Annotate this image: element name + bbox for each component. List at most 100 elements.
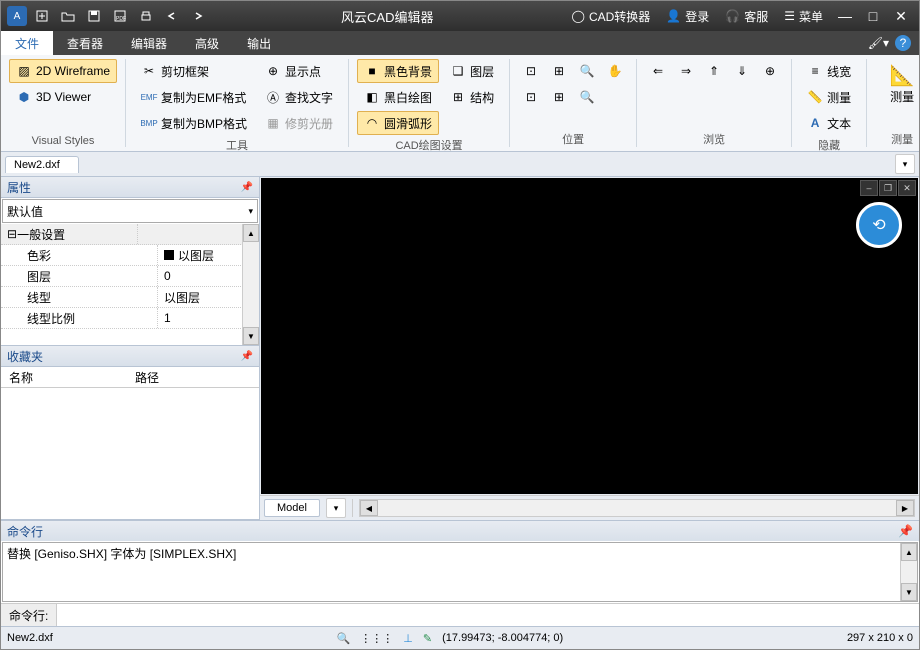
text-button[interactable]: A文本: [800, 111, 858, 135]
menu-editor[interactable]: 编辑器: [117, 31, 181, 55]
structure-icon: ⊞: [450, 89, 466, 105]
ribbon: ▨2D Wireframe ⬢3D Viewer Visual Styles ✂…: [1, 55, 919, 152]
model-tab[interactable]: Model: [264, 499, 320, 517]
canvas-hscrollbar[interactable]: ◀▶: [359, 499, 915, 517]
props-pin-icon[interactable]: 📌: [241, 182, 253, 193]
status-dims: 297 x 210 x 0: [847, 632, 913, 644]
menu-file[interactable]: 文件: [1, 31, 53, 55]
login-button[interactable]: 👤登录: [660, 8, 715, 25]
nav-up-button[interactable]: ⇑: [701, 59, 727, 83]
file-tab-dropdown[interactable]: ▾: [895, 154, 915, 174]
save-button[interactable]: [83, 5, 105, 27]
arc-icon: ◠: [364, 115, 380, 131]
text-icon: A: [807, 115, 823, 131]
maximize-button[interactable]: □: [861, 5, 885, 27]
zoom-out-button[interactable]: 🔍: [574, 85, 600, 109]
layer-icon: ❑: [450, 63, 466, 79]
zoom-window-button[interactable]: ⊡: [518, 59, 544, 83]
status-grid-button[interactable]: ⋮⋮⋮: [360, 632, 393, 645]
show-point-button[interactable]: ⊕显示点: [258, 59, 340, 83]
status-snap-button[interactable]: 🔍: [337, 632, 351, 645]
ruler-icon: 📏: [807, 89, 823, 105]
measure-big-button[interactable]: 📐测量: [875, 59, 920, 113]
nav-center-button[interactable]: ⊕: [757, 59, 783, 83]
trim-album-button[interactable]: ▦修剪光册: [258, 111, 340, 135]
bw-draw-button[interactable]: ◧黑白绘图: [357, 85, 439, 109]
pan-button[interactable]: ✋: [602, 59, 628, 83]
fav-pin-icon[interactable]: 📌: [241, 351, 253, 362]
svg-text:PDF: PDF: [116, 16, 126, 22]
smooth-arc-button[interactable]: ◠圆滑弧形: [357, 111, 439, 135]
redo-button[interactable]: [187, 5, 209, 27]
group-browse: 浏览: [645, 131, 783, 147]
zoom-extent-button[interactable]: ⊞: [546, 59, 572, 83]
chevron-down-icon: ▾: [248, 206, 253, 217]
props-header: 属性📌: [1, 177, 259, 198]
measure-button[interactable]: 📏测量: [800, 85, 858, 109]
status-polar-button[interactable]: ✎: [423, 632, 432, 645]
status-file: New2.dxf: [7, 632, 53, 644]
fav-list: [1, 388, 259, 519]
black-bg-button[interactable]: ■黑色背景: [357, 59, 439, 83]
cube-icon: ▨: [16, 63, 32, 79]
props-group-general[interactable]: ⊟ 一般设置: [1, 224, 138, 244]
nav-right-button[interactable]: ⇒: [673, 59, 699, 83]
fav-header: 收藏夹📌: [1, 346, 259, 367]
zoom-window-icon: ⊡: [523, 63, 539, 79]
file-tab[interactable]: New2.dxf: [5, 156, 79, 173]
copy-bmp-button[interactable]: BMP复制为BMP格式: [134, 111, 254, 135]
zoom-extent-icon: ⊞: [551, 63, 567, 79]
props-default-combo[interactable]: 默认值▾: [2, 199, 258, 223]
props-scrollbar[interactable]: ▲▼: [242, 224, 259, 345]
nav-down-button[interactable]: ⇓: [729, 59, 755, 83]
fav-col-path[interactable]: 路径: [127, 369, 167, 386]
cmd-scrollbar[interactable]: ▲▼: [900, 543, 917, 601]
print-button[interactable]: [135, 5, 157, 27]
file-tab-strip: New2.dxf ▾: [1, 152, 919, 177]
menu-output[interactable]: 输出: [233, 31, 285, 55]
layer-button[interactable]: ❑图层: [443, 59, 501, 83]
user-icon: 👤: [666, 9, 681, 23]
support-button[interactable]: 🎧客服: [719, 8, 774, 25]
cmd-pin-icon[interactable]: 📌: [898, 524, 913, 538]
zoom-select-button[interactable]: ⊡: [518, 85, 544, 109]
canvas-minimize-button[interactable]: –: [860, 180, 878, 196]
canvas-fab-button[interactable]: ⟲: [856, 202, 902, 248]
model-tab-dropdown[interactable]: ▾: [326, 498, 346, 518]
canvas-restore-button[interactable]: ❐: [879, 180, 897, 196]
canvas-close-button[interactable]: ✕: [898, 180, 916, 196]
structure-button[interactable]: ⊞结构: [443, 85, 501, 109]
viewer-3d-button[interactable]: ⬢3D Viewer: [9, 85, 117, 109]
new-file-button[interactable]: [31, 5, 53, 27]
undo-button[interactable]: [161, 5, 183, 27]
menu-viewer[interactable]: 查看器: [53, 31, 117, 55]
close-button[interactable]: ✕: [889, 5, 913, 27]
minimize-button[interactable]: —: [833, 5, 857, 27]
main-menu-button[interactable]: ☰菜单: [778, 8, 829, 25]
zoom-in-button[interactable]: 🔍: [574, 59, 600, 83]
cube3d-icon: ⬢: [16, 89, 32, 105]
style-dropdown-icon[interactable]: 🖌▾: [868, 36, 889, 50]
app-logo: A: [7, 6, 27, 26]
nav-left-button[interactable]: ⇐: [645, 59, 671, 83]
group-hide: 隐藏: [800, 137, 858, 153]
save-pdf-button[interactable]: PDF: [109, 5, 131, 27]
open-file-button[interactable]: [57, 5, 79, 27]
find-icon: Ⓐ: [265, 89, 281, 105]
drawing-canvas[interactable]: – ❐ ✕ ⟲: [261, 178, 918, 494]
fav-col-name[interactable]: 名称: [1, 369, 127, 386]
zoom-fit-button[interactable]: ⊞: [546, 85, 572, 109]
cad-converter-button[interactable]: ◯CAD转换器: [566, 8, 657, 25]
prop-key: 线型比例: [1, 308, 158, 328]
cmd-input[interactable]: [57, 604, 919, 626]
find-text-button[interactable]: Ⓐ查找文字: [258, 85, 340, 109]
copy-emf-button[interactable]: EMF复制为EMF格式: [134, 85, 254, 109]
clip-frame-button[interactable]: ✂剪切框架: [134, 59, 254, 83]
group-cad-settings: CAD绘图设置: [357, 137, 501, 153]
linewidth-button[interactable]: ≡线宽: [800, 59, 858, 83]
status-ortho-button[interactable]: ⊥: [403, 632, 413, 645]
wireframe-2d-button[interactable]: ▨2D Wireframe: [9, 59, 117, 83]
menu-advanced[interactable]: 高级: [181, 31, 233, 55]
measure-tool-icon: 📐: [894, 68, 910, 84]
help-button[interactable]: ?: [895, 35, 911, 51]
